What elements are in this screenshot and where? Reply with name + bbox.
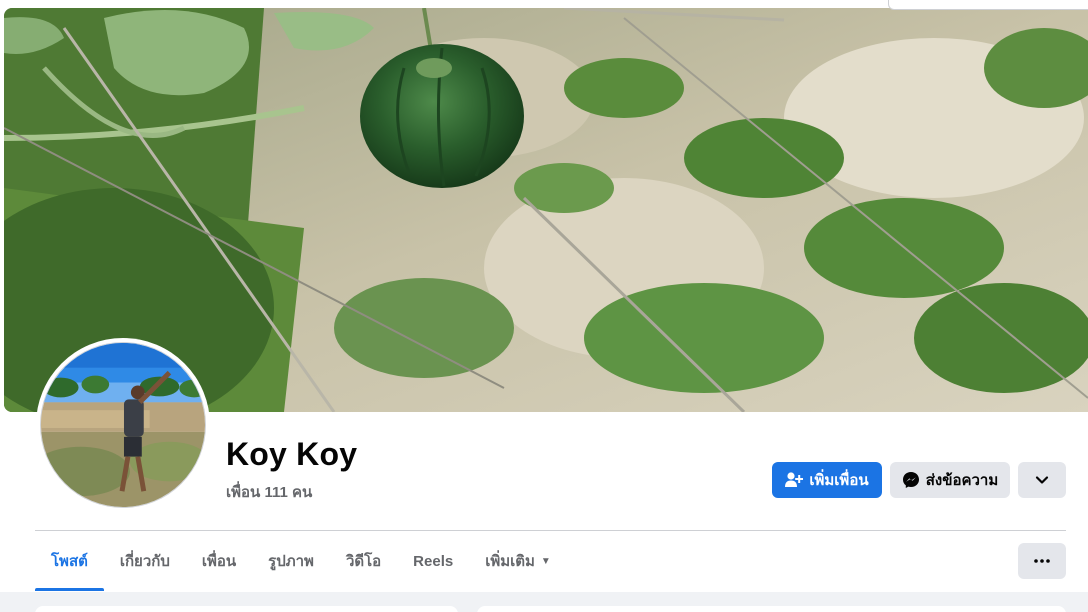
more-options-button[interactable] (1018, 543, 1066, 579)
avatar[interactable] (36, 338, 210, 512)
tab-more[interactable]: เพิ่มเติม ▼ (469, 531, 567, 591)
profile-options-dropdown[interactable] (1018, 462, 1066, 498)
message-label: ส่งข้อความ (925, 472, 999, 489)
tab-photos[interactable]: รูปภาพ (252, 531, 330, 591)
chevron-down-icon (1035, 476, 1049, 484)
profile-tabs: โพสต์ เกี่ยวกับ เพื่อน รูปภาพ วิดีโอ Ree… (35, 531, 567, 591)
tab-about[interactable]: เกี่ยวกับ (104, 531, 186, 591)
profile-page: Koy Koy เพื่อน 111 คน เพิ่มเพื่อน ส่งข้อ… (0, 0, 1088, 612)
tab-label: วิดีโอ (345, 553, 382, 570)
top-right-panel-edge (888, 0, 1088, 10)
ellipsis-icon (1034, 559, 1050, 563)
friends-count[interactable]: เพื่อน 111 คน (226, 480, 312, 504)
profile-name: Koy Koy (226, 436, 358, 472)
tab-posts[interactable]: โพสต์ (35, 531, 104, 591)
post-composer-card (477, 606, 1066, 612)
tab-label: เพื่อน (201, 553, 237, 570)
tab-reels[interactable]: Reels (397, 531, 469, 591)
tab-label: รูปภาพ (268, 553, 314, 570)
tab-label: เพิ่มเติม (485, 553, 535, 570)
person-add-icon (785, 472, 804, 487)
caret-down-icon: ▼ (540, 555, 551, 567)
add-friend-button[interactable]: เพิ่มเพื่อน (772, 462, 882, 498)
tab-friends[interactable]: เพื่อน (186, 531, 252, 591)
avatar-image (40, 342, 206, 508)
intro-card (35, 606, 458, 612)
message-button[interactable]: ส่งข้อความ (890, 462, 1010, 498)
tab-label: เกี่ยวกับ (119, 553, 170, 570)
add-friend-label: เพิ่มเพื่อน (809, 472, 869, 489)
tab-videos[interactable]: วิดีโอ (330, 531, 397, 591)
tab-label: โพสต์ (51, 553, 88, 570)
tab-label: Reels (413, 552, 454, 570)
messenger-icon (902, 472, 919, 488)
